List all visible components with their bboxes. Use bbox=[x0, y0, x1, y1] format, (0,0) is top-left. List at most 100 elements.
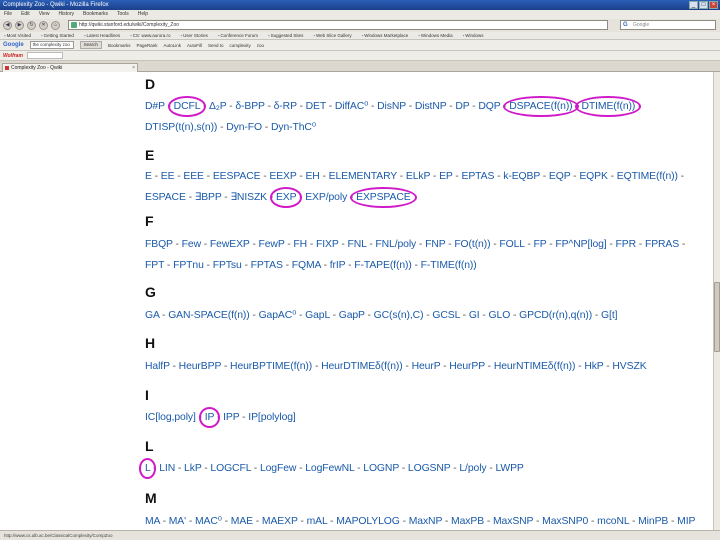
stop-icon[interactable]: ✕ bbox=[39, 21, 48, 30]
menu-bookmarks[interactable]: Bookmarks bbox=[83, 10, 108, 19]
complexity-class-link[interactable]: FQMA bbox=[292, 260, 321, 271]
complexity-class-link[interactable]: DSPACE(f(n)) bbox=[509, 101, 572, 112]
complexity-class-link[interactable]: DistNP bbox=[415, 101, 447, 112]
forward-icon[interactable]: ▶ bbox=[15, 21, 24, 30]
google-search-button[interactable]: Search bbox=[79, 41, 102, 49]
complexity-class-link[interactable]: HVSZK bbox=[612, 361, 646, 372]
complexity-class-link[interactable]: DTIME(f(n)) bbox=[581, 101, 635, 112]
complexity-class-link[interactable]: MAE bbox=[231, 516, 253, 527]
complexity-class-link[interactable]: LogFewNL bbox=[305, 463, 354, 474]
complexity-class-link[interactable]: EEE bbox=[183, 171, 204, 182]
home-icon[interactable]: ⌂ bbox=[51, 21, 60, 30]
complexity-class-link[interactable]: Few bbox=[182, 239, 201, 250]
complexity-class-link[interactable]: EXPSPACE bbox=[356, 192, 411, 203]
bookmark-item[interactable]: Windows Marketplace bbox=[362, 32, 408, 39]
complexity-class-link[interactable]: HkP bbox=[584, 361, 603, 372]
maximize-button[interactable]: □ bbox=[699, 1, 708, 9]
bookmark-item[interactable]: Most Visited bbox=[4, 32, 31, 39]
complexity-class-link[interactable]: HeurPP bbox=[449, 361, 485, 372]
google-toolbar-item[interactable]: PageRank bbox=[136, 40, 157, 50]
complexity-class-link[interactable]: MAC⁰ bbox=[195, 516, 222, 527]
complexity-class-link[interactable]: DET bbox=[306, 101, 326, 112]
complexity-class-link[interactable]: LogFew bbox=[260, 463, 296, 474]
google-toolbar-item[interactable]: zoo bbox=[257, 40, 264, 50]
reload-icon[interactable]: ↻ bbox=[27, 21, 36, 30]
complexity-class-link[interactable]: k-EQBP bbox=[503, 171, 540, 182]
menu-help[interactable]: Help bbox=[138, 10, 148, 19]
complexity-class-link[interactable]: FBQP bbox=[145, 239, 173, 250]
complexity-class-link[interactable]: MAPOLYLOG bbox=[336, 516, 400, 527]
complexity-class-link[interactable]: FPTsu bbox=[213, 260, 242, 271]
complexity-class-link[interactable]: FPTnu bbox=[173, 260, 204, 271]
complexity-class-link[interactable]: EQPK bbox=[579, 171, 608, 182]
complexity-class-link[interactable]: GLO bbox=[489, 310, 511, 321]
complexity-class-link[interactable]: DTISP(t(n),s(n)) bbox=[145, 122, 217, 133]
complexity-class-link[interactable]: EP bbox=[439, 171, 453, 182]
complexity-class-link[interactable]: DCFL bbox=[174, 101, 200, 112]
menu-history[interactable]: History bbox=[58, 10, 74, 19]
complexity-class-link[interactable]: FewP bbox=[259, 239, 285, 250]
complexity-class-link[interactable]: DisNP bbox=[377, 101, 406, 112]
complexity-class-link[interactable]: MaxPB bbox=[451, 516, 484, 527]
google-toolbar-item[interactable]: Bookmarks bbox=[108, 40, 131, 50]
complexity-class-link[interactable]: LIN bbox=[159, 463, 175, 474]
complexity-class-link[interactable]: MA' bbox=[169, 516, 186, 527]
complexity-class-link[interactable]: HeurP bbox=[412, 361, 441, 372]
bookmark-item[interactable]: Windows Media bbox=[418, 32, 453, 39]
complexity-class-link[interactable]: GA bbox=[145, 310, 159, 321]
complexity-class-link[interactable]: F-TIME(f(n)) bbox=[421, 260, 477, 271]
bookmark-item[interactable]: Getting Started bbox=[41, 32, 74, 39]
bookmark-item[interactable]: Suggested Sites bbox=[268, 32, 304, 39]
complexity-class-link[interactable]: frIP bbox=[330, 260, 346, 271]
complexity-class-link[interactable]: LOGSNP bbox=[408, 463, 451, 474]
bookmark-item[interactable]: Conference Forum bbox=[218, 32, 258, 39]
complexity-class-link[interactable]: GapL bbox=[305, 310, 330, 321]
menu-file[interactable]: File bbox=[4, 10, 12, 19]
complexity-class-link[interactable]: E bbox=[145, 171, 152, 182]
complexity-class-link[interactable]: FPT bbox=[145, 260, 164, 271]
complexity-class-link[interactable]: FIXP bbox=[316, 239, 339, 250]
complexity-class-link[interactable]: HalfP bbox=[145, 361, 170, 372]
google-toolbar-item[interactable]: AutoLink bbox=[163, 40, 181, 50]
complexity-class-link[interactable]: FNL/poly bbox=[375, 239, 416, 250]
url-bar[interactable]: http://qwiki.stanford.edu/wiki/Complexit… bbox=[68, 20, 608, 30]
complexity-class-link[interactable]: MIP bbox=[677, 516, 695, 527]
complexity-class-link[interactable]: ELkP bbox=[406, 171, 430, 182]
complexity-class-link[interactable]: FPRAS bbox=[645, 239, 679, 250]
bookmark-item[interactable]: Web Slice Gallery bbox=[313, 32, 352, 39]
close-button[interactable]: × bbox=[709, 1, 718, 9]
complexity-class-link[interactable]: IPP bbox=[223, 412, 239, 423]
complexity-class-link[interactable]: FOLL bbox=[499, 239, 524, 250]
complexity-class-link[interactable]: mcoNL bbox=[597, 516, 629, 527]
menu-tools[interactable]: Tools bbox=[117, 10, 129, 19]
wolfram-search-input[interactable] bbox=[26, 52, 63, 59]
complexity-class-link[interactable]: LOGCFL bbox=[210, 463, 251, 474]
complexity-class-link[interactable]: HeurBPP bbox=[179, 361, 222, 372]
google-toolbar-item[interactable]: complexity bbox=[230, 40, 251, 50]
tab-close-icon[interactable]: × bbox=[132, 64, 135, 72]
complexity-class-link[interactable]: EQTIME(f(n)) bbox=[617, 171, 678, 182]
complexity-class-link[interactable]: L/poly bbox=[459, 463, 486, 474]
complexity-class-link[interactable]: Δ₂P bbox=[209, 101, 227, 112]
complexity-class-link[interactable]: δ-RP bbox=[274, 101, 297, 112]
scrollbar-thumb[interactable] bbox=[714, 282, 720, 352]
complexity-class-link[interactable]: DQP bbox=[478, 101, 500, 112]
complexity-class-link[interactable]: FNL bbox=[347, 239, 366, 250]
complexity-class-link[interactable]: EXP/poly bbox=[305, 192, 347, 203]
complexity-class-link[interactable]: EQP bbox=[549, 171, 571, 182]
complexity-class-link[interactable]: Dyn-ThC⁰ bbox=[271, 122, 316, 133]
complexity-class-link[interactable]: FPTAS bbox=[251, 260, 283, 271]
complexity-class-link[interactable]: MaxSNP bbox=[493, 516, 533, 527]
complexity-class-link[interactable]: ∃NISZK bbox=[230, 192, 267, 203]
complexity-class-link[interactable]: HeurNTIMEδ(f(n)) bbox=[494, 361, 576, 372]
complexity-class-link[interactable]: G[t] bbox=[601, 310, 617, 321]
complexity-class-link[interactable]: LOGNP bbox=[363, 463, 399, 474]
complexity-class-link[interactable]: δ-BPP bbox=[235, 101, 264, 112]
google-search-input[interactable]: the complexity zoo bbox=[29, 41, 74, 49]
complexity-class-link[interactable]: GPCD(r(n),q(n)) bbox=[519, 310, 592, 321]
complexity-class-link[interactable]: EESPACE bbox=[213, 171, 261, 182]
complexity-class-link[interactable]: HeurDTIMEδ(f(n)) bbox=[321, 361, 403, 372]
complexity-class-link[interactable]: FNP bbox=[425, 239, 445, 250]
minimize-button[interactable]: _ bbox=[689, 1, 698, 9]
complexity-class-link[interactable]: FP^NP[log] bbox=[555, 239, 606, 250]
